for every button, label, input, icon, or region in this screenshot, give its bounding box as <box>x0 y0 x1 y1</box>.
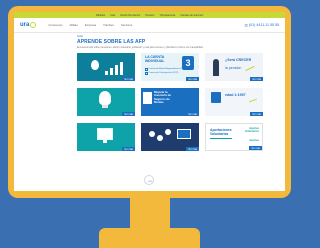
video-card-ideas[interactable]: Ver más <box>77 88 135 116</box>
topbar-link[interactable]: Afiliados <box>96 14 105 17</box>
nav-item[interactable]: Servicios <box>121 23 132 27</box>
site-header: ura Conócenos Afiliate Empresa Trámites … <box>14 18 285 33</box>
monitor-screen: Afiliados Cetir Razón Recolector Pensión… <box>14 12 285 191</box>
calendar-icon <box>211 92 221 103</box>
card-title-line: Rentas <box>154 99 164 104</box>
card-option: Cuenta de Participación (CDP) <box>145 72 178 75</box>
phone-icon: ✆ <box>244 22 248 28</box>
card-option-text: Cuenta de Edad Independiente (CEI) <box>148 68 185 71</box>
phone-number: (01) 4411-11 55 55 <box>248 23 279 27</box>
chart-bar-icon <box>120 62 123 75</box>
chart-bar-icon <box>115 65 118 75</box>
breadcrumb[interactable]: Inicio <box>77 35 285 38</box>
site-logo[interactable]: ura <box>20 22 37 28</box>
card-title: Aportaciones Voluntarias <box>210 128 232 136</box>
video-card-pension-growth[interactable]: ¿Será CRECER la pensión Ver más <box>205 53 263 81</box>
money-bag-icon <box>91 60 99 70</box>
logo-mark-icon <box>30 22 37 28</box>
card-subtitle: la pensión <box>225 66 242 70</box>
video-card-individual-account[interactable]: LA CUENTA INDIVIDUAL 3 Cuenta de Edad In… <box>141 53 199 81</box>
monitor-neck <box>130 198 170 228</box>
card-label: Ver más <box>186 77 199 81</box>
card-title: edad 1:1997 <box>225 93 246 97</box>
nav-item[interactable]: Conócenos <box>48 23 62 27</box>
coin-icon <box>165 129 171 135</box>
card-title: ¿Será CRECER <box>225 58 251 62</box>
chevron-up-icon: ︿ <box>147 178 153 184</box>
video-card-savings[interactable]: Ver más <box>77 53 135 81</box>
card-title-line: ¿Será <box>225 58 235 62</box>
video-card-insurance[interactable]: Mejorar la inversión de Seguros de Renta… <box>141 88 199 116</box>
phone-contact[interactable]: ✆ (01) 4411-11 55 55 <box>245 23 279 28</box>
card-label: Ver más <box>122 147 135 151</box>
card-label: Ver más <box>249 146 262 150</box>
video-card-voluntary-contributions[interactable]: Aportaciones Voluntarias Aportes Volunta… <box>205 123 263 151</box>
nav-item[interactable]: Trámites <box>103 23 114 27</box>
computer-icon <box>97 128 113 140</box>
topbar-link[interactable]: Cetir <box>110 14 115 17</box>
arrow-icon <box>249 98 257 103</box>
topbar-link[interactable]: Canales de Atención <box>180 14 203 17</box>
lightbulb-base-icon <box>102 105 108 108</box>
card-label: Ver más <box>250 77 263 81</box>
page-intro: Encuentra todo sobre pensiones, ahorro v… <box>77 46 204 49</box>
computer-stand-icon <box>103 140 107 143</box>
price-tag-icon <box>177 129 191 139</box>
card-title: Mejorar la inversión de Seguros de Renta… <box>154 90 171 104</box>
lightbulb-icon <box>99 91 111 105</box>
divider <box>210 138 232 139</box>
page-title: APRENDE SOBRE LAS AFP <box>77 39 146 45</box>
video-grid: Ver más LA CUENTA INDIVIDUAL 3 Cuenta de… <box>77 53 285 151</box>
card-option: Cuenta de Edad Independiente (CEI) <box>145 68 185 71</box>
card-label: Ver más <box>186 147 199 151</box>
card-label: Ver más <box>122 112 135 116</box>
chart-bar-icon <box>110 68 113 75</box>
nav-item[interactable]: Empresa <box>85 23 96 27</box>
card-subtitle: Aportes Voluntarios <box>245 127 259 133</box>
card-label: Ver más <box>186 112 199 116</box>
card-title: INDIVIDUAL <box>145 59 165 63</box>
arrow-icon <box>245 65 255 72</box>
topbar-link[interactable]: Pensión <box>145 14 154 17</box>
monitor-base <box>99 228 200 248</box>
card-option-text: Cuenta de Participación (CDP) <box>148 72 179 75</box>
person-icon <box>213 59 219 76</box>
topbar-link[interactable]: Razón Recolector <box>120 14 140 17</box>
topbar-link[interactable]: Transparencia <box>159 14 175 17</box>
main-content: Inicio APRENDE SOBRE LAS AFP Encuentra t… <box>14 33 285 151</box>
card-label: Ver más <box>122 77 135 81</box>
main-nav: Conócenos Afiliate Empresa Trámites Serv… <box>48 23 132 27</box>
video-card-online[interactable]: Ver más <box>77 123 135 151</box>
checkbox-icon <box>145 68 148 71</box>
chart-bar-icon <box>105 71 108 75</box>
card-subtitle-line: Voluntarios <box>244 130 259 133</box>
card-title-line: CRECER <box>236 58 252 62</box>
nav-item[interactable]: Afiliate <box>70 23 78 27</box>
video-card-age[interactable]: edad 1:1997 Ver más <box>205 88 263 116</box>
document-icon <box>143 92 152 104</box>
coin-icon <box>157 135 163 141</box>
card-subtitle: Aportes <box>249 139 259 142</box>
logo-text: ura <box>20 22 30 28</box>
video-card-coins[interactable]: Ver más <box>141 123 199 151</box>
card-label: Ver más <box>250 112 263 116</box>
scroll-up-button[interactable]: ︿ <box>144 175 154 185</box>
coin-icon <box>149 131 155 137</box>
card-title-line: Voluntarias <box>210 131 229 136</box>
checkbox-icon <box>145 72 148 75</box>
